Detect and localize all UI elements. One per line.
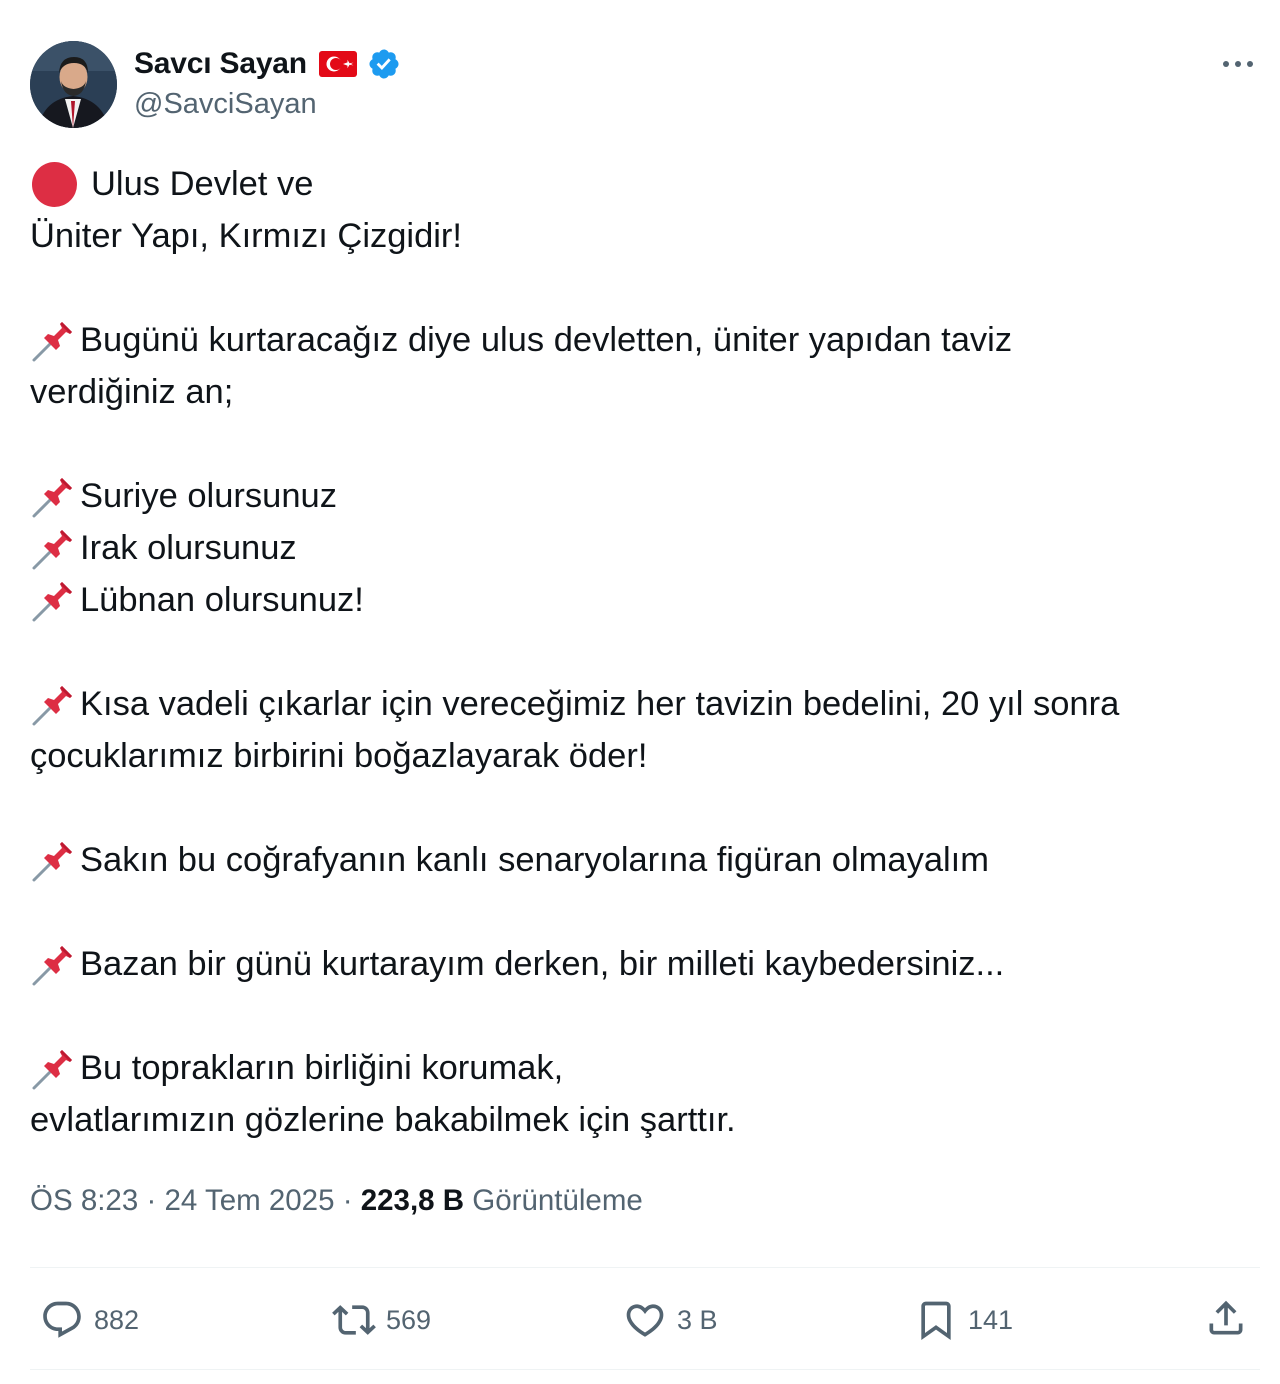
repost-button[interactable]: 569 xyxy=(332,1296,431,1344)
verified-badge-icon xyxy=(369,49,399,79)
bookmark-icon xyxy=(921,1301,951,1341)
share-icon[interactable] xyxy=(1204,1296,1248,1340)
pushpin-icon xyxy=(30,836,78,884)
tweet-line: Suriye olursunuz xyxy=(30,470,1245,522)
turkey-flag-icon xyxy=(318,51,357,77)
tweet-line: Kısa vadeli çıkarlar için vereceğimiz he… xyxy=(30,678,1245,730)
tweet-date[interactable]: 24 Tem 2025 xyxy=(164,1184,334,1217)
tweet-line: Sakın bu coğrafyanın kanlı senaryolarına… xyxy=(30,834,1245,886)
heart-icon xyxy=(626,1304,664,1337)
tweet-line: verdiğiniz an; xyxy=(30,373,234,411)
author-name-row: Savcı Sayan xyxy=(134,44,401,84)
pushpin-icon xyxy=(30,940,78,988)
tweet-time[interactable]: ÖS 8:23 xyxy=(30,1184,138,1217)
tweet-line: Ulus Devlet ve xyxy=(30,158,1245,210)
pushpin-icon xyxy=(30,524,78,572)
like-count: 3 B xyxy=(677,1304,718,1335)
bookmark-count: 141 xyxy=(968,1304,1014,1335)
author-display-name[interactable]: Savcı Sayan xyxy=(134,47,307,81)
pushpin-icon xyxy=(30,472,78,520)
tweet-line: Bugünü kurtaracağız diye ulus devletten,… xyxy=(30,314,1245,366)
pushpin-icon xyxy=(30,680,78,728)
pushpin-icon xyxy=(30,316,78,364)
divider xyxy=(30,1267,1260,1268)
avatar-image xyxy=(30,41,117,128)
tweet-line: evlatlarımızın gözlerine bakabilmek için… xyxy=(30,1101,736,1139)
meta-separator: · xyxy=(342,1184,353,1217)
repost-icon xyxy=(332,1305,376,1335)
tweet-line: çocuklarımız birbirini boğazlayarak öder… xyxy=(30,737,648,775)
repost-count: 569 xyxy=(386,1304,432,1335)
tweet-line: Lübnan olursunuz! xyxy=(30,574,1245,626)
views-label: Görüntüleme xyxy=(472,1184,643,1217)
more-options-icon[interactable] xyxy=(1218,52,1258,76)
meta-separator: · xyxy=(146,1184,157,1217)
reply-count: 882 xyxy=(94,1304,140,1335)
author-handle[interactable]: @SavciSayan xyxy=(134,88,317,121)
like-button[interactable]: 3 B xyxy=(623,1296,718,1344)
bookmark-button[interactable]: 141 xyxy=(914,1296,1013,1344)
pushpin-icon xyxy=(30,1044,78,1092)
tweet-line: Bu toprakların birliğini korumak, xyxy=(30,1042,1245,1094)
views-count[interactable]: 223,8 B xyxy=(361,1184,464,1217)
reply-icon xyxy=(43,1301,81,1338)
tweet-meta: ÖS 8:23 · 24 Tem 2025 · 223,8 B Görüntül… xyxy=(30,1184,643,1218)
red-circle-icon xyxy=(32,161,77,207)
author-avatar[interactable] xyxy=(30,41,117,128)
pushpin-icon xyxy=(30,576,78,624)
tweet-line: Bazan bir günü kurtarayım derken, bir mi… xyxy=(30,938,1245,990)
tweet-line: Üniter Yapı, Kırmızı Çizgidir! xyxy=(30,217,463,255)
divider xyxy=(30,1369,1260,1370)
reply-button[interactable]: 882 xyxy=(40,1296,139,1344)
tweet-line: Irak olursunuz xyxy=(30,522,1245,574)
tweet-text: Ulus Devlet ve Üniter Yapı, Kırmızı Çizg… xyxy=(30,158,1245,1146)
